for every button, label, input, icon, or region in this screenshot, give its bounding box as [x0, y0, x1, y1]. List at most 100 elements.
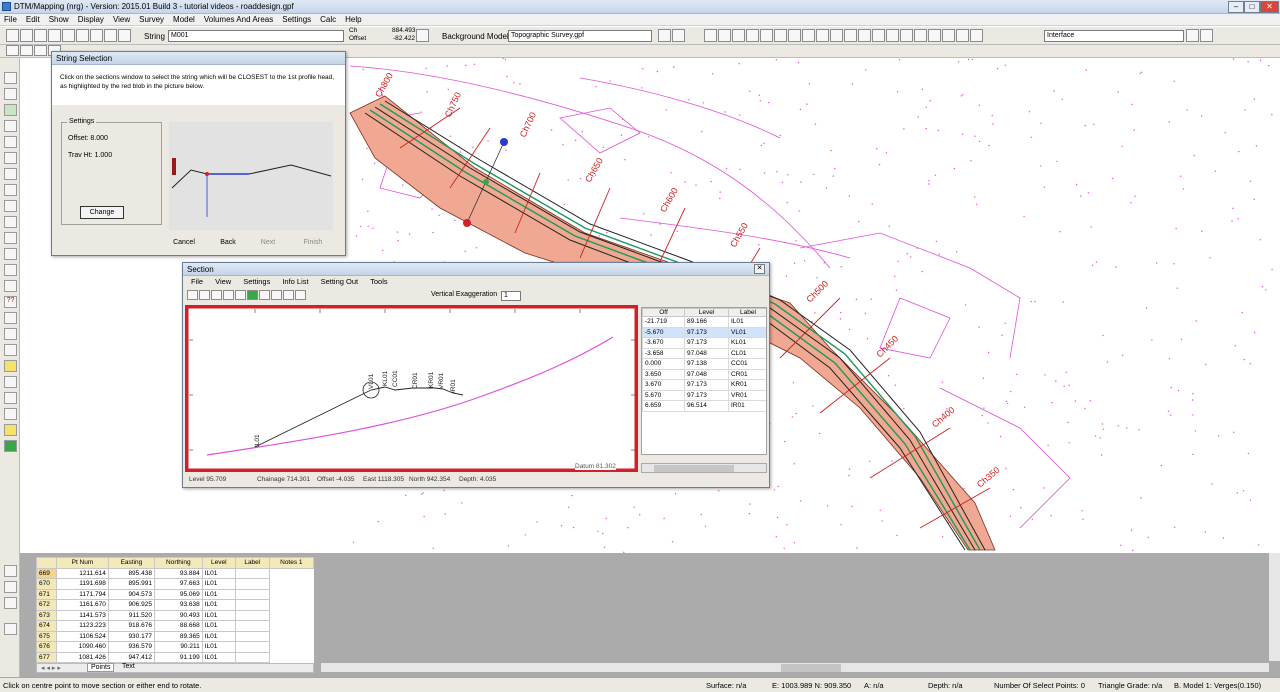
menu-file[interactable]: File — [4, 14, 17, 25]
points-col-header[interactable]: Easting — [107, 557, 155, 569]
back-button[interactable]: Back — [213, 237, 243, 250]
scroll-thumb[interactable] — [654, 465, 734, 472]
tool-icon[interactable] — [802, 29, 816, 42]
section-end-handle[interactable] — [500, 138, 508, 146]
tool-icon[interactable] — [4, 264, 17, 276]
vert-exag-input[interactable]: 1 — [501, 291, 521, 301]
col-off[interactable]: Off — [642, 308, 685, 317]
section-table-row[interactable]: 3.650 97.048 CR01 — [642, 368, 766, 380]
tool-icon[interactable] — [816, 29, 830, 42]
section-menu-view[interactable]: View — [215, 276, 231, 288]
menu-survey[interactable]: Survey — [139, 14, 164, 25]
tool-icon[interactable] — [942, 29, 956, 42]
close-icon[interactable]: ✕ — [754, 264, 765, 274]
zoom-in-icon[interactable] — [20, 29, 33, 42]
section-table-row[interactable]: 3.670 97.173 KR01 — [642, 379, 766, 391]
tool-icon[interactable] — [956, 29, 970, 42]
section-table-row[interactable]: 6.659 96.514 IR01 — [642, 400, 766, 412]
change-button[interactable]: Change — [80, 206, 124, 219]
section-table-row[interactable]: -3.670 97.173 KL01 — [642, 337, 766, 349]
menu-model[interactable]: Model — [173, 14, 195, 25]
section-start-handle[interactable] — [463, 219, 471, 227]
close-button[interactable]: ✕ — [1260, 1, 1279, 13]
tool-icon[interactable] — [4, 120, 17, 132]
tool-icon[interactable] — [746, 29, 760, 42]
points-table-row[interactable]: 671 1171.794 904.573 95.069 IL01 — [36, 588, 314, 600]
tool-icon[interactable] — [223, 290, 234, 300]
section-table-row[interactable]: 0.000 97.138 CC01 — [642, 358, 766, 370]
zoom-in-icon[interactable] — [187, 290, 198, 300]
pick-icon[interactable] — [416, 29, 429, 42]
tool-icon[interactable] — [4, 88, 17, 100]
tool-icon[interactable] — [4, 581, 17, 593]
tool-icon[interactable] — [4, 152, 17, 164]
points-table-row[interactable]: 672 1161.670 906.925 93.638 IL01 — [36, 599, 314, 611]
finish-button[interactable]: Finish — [297, 237, 329, 250]
menu-settings[interactable]: Settings — [282, 14, 311, 25]
menu-calc[interactable]: Calc — [320, 14, 336, 25]
scroll-thumb[interactable] — [781, 664, 841, 672]
tool-icon[interactable] — [4, 328, 17, 340]
tool-icon[interactable] — [928, 29, 942, 42]
tool-icon[interactable] — [4, 72, 17, 84]
points-table-row[interactable]: 673 1141.573 911.520 90.493 IL01 — [36, 609, 314, 621]
tool-icon[interactable] — [259, 290, 270, 300]
points-col-header[interactable]: Label — [234, 557, 270, 569]
tool-icon[interactable] — [4, 623, 17, 635]
tool-icon[interactable] — [672, 29, 685, 42]
tool-icon[interactable] — [4, 408, 17, 420]
tool-icon[interactable] — [886, 29, 900, 42]
section-table-scrollbar[interactable] — [641, 463, 767, 473]
tool-icon[interactable] — [4, 424, 17, 436]
tool-icon[interactable] — [211, 290, 222, 300]
tool-icon[interactable] — [774, 29, 788, 42]
tool-icon[interactable] — [788, 29, 802, 42]
interface-select[interactable]: Interface — [1044, 30, 1184, 42]
section-menu-settings[interactable]: Settings — [243, 276, 270, 288]
tool-icon[interactable] — [4, 168, 17, 180]
tool-icon[interactable] — [4, 232, 17, 244]
menu-edit[interactable]: Edit — [26, 14, 40, 25]
pan-icon[interactable] — [76, 29, 89, 42]
tool-icon[interactable] — [295, 290, 306, 300]
tool-icon[interactable] — [830, 29, 844, 42]
col-label[interactable]: Label — [728, 308, 766, 317]
zoom-out-icon[interactable] — [199, 290, 210, 300]
tab-text[interactable]: Text — [119, 663, 138, 670]
copy-icon[interactable] — [90, 29, 103, 42]
section-menu-infolist[interactable]: Info List — [282, 276, 308, 288]
tool-icon[interactable] — [970, 29, 984, 42]
menu-display[interactable]: Display — [78, 14, 104, 25]
tab-points[interactable]: Points — [87, 663, 115, 672]
section-profile-view[interactable]: IL01 VL01 KL01 CC01 CR01 KR01 VR01 IR01 — [185, 305, 638, 472]
tool-icon[interactable] — [34, 45, 47, 56]
tool-icon[interactable] — [760, 29, 774, 42]
tool-icon[interactable] — [4, 104, 17, 116]
menu-view[interactable]: View — [113, 14, 130, 25]
bulb-icon[interactable] — [1186, 29, 1199, 42]
refresh-icon[interactable] — [118, 29, 131, 42]
tool-icon[interactable] — [283, 290, 294, 300]
tool-icon[interactable] — [6, 45, 19, 56]
tool-icon[interactable] — [4, 392, 17, 404]
section-table-row[interactable]: -21.719 89.166 IL01 — [642, 316, 766, 328]
tool-icon[interactable] — [858, 29, 872, 42]
points-table-row[interactable]: 669 1211.614 895.438 93.884 IL01 — [36, 567, 314, 579]
tool-icon[interactable] — [4, 440, 17, 452]
menu-volumes[interactable]: Volumes And Areas — [204, 14, 273, 25]
section-menu-tools[interactable]: Tools — [370, 276, 388, 288]
points-table-row[interactable]: 670 1191.698 895.991 97.663 IL01 — [36, 578, 314, 590]
points-table-row[interactable]: 675 1106.524 930.177 89.365 IL01 — [36, 630, 314, 642]
tool-icon[interactable] — [704, 29, 718, 42]
points-table-row[interactable]: 677 1081.426 947.412 91.199 IL01 — [36, 651, 314, 663]
tool-icon[interactable] — [4, 312, 17, 324]
tool-icon[interactable] — [732, 29, 746, 42]
zoom-window-icon[interactable] — [48, 29, 61, 42]
section-menu-file[interactable]: File — [191, 276, 203, 288]
tool-icon[interactable] — [235, 290, 246, 300]
points-col-header[interactable]: Level — [201, 557, 236, 569]
menu-show[interactable]: Show — [49, 14, 69, 25]
string-select[interactable]: M001 — [168, 30, 344, 42]
tool-icon[interactable] — [4, 136, 17, 148]
tool-icon[interactable] — [4, 200, 17, 212]
